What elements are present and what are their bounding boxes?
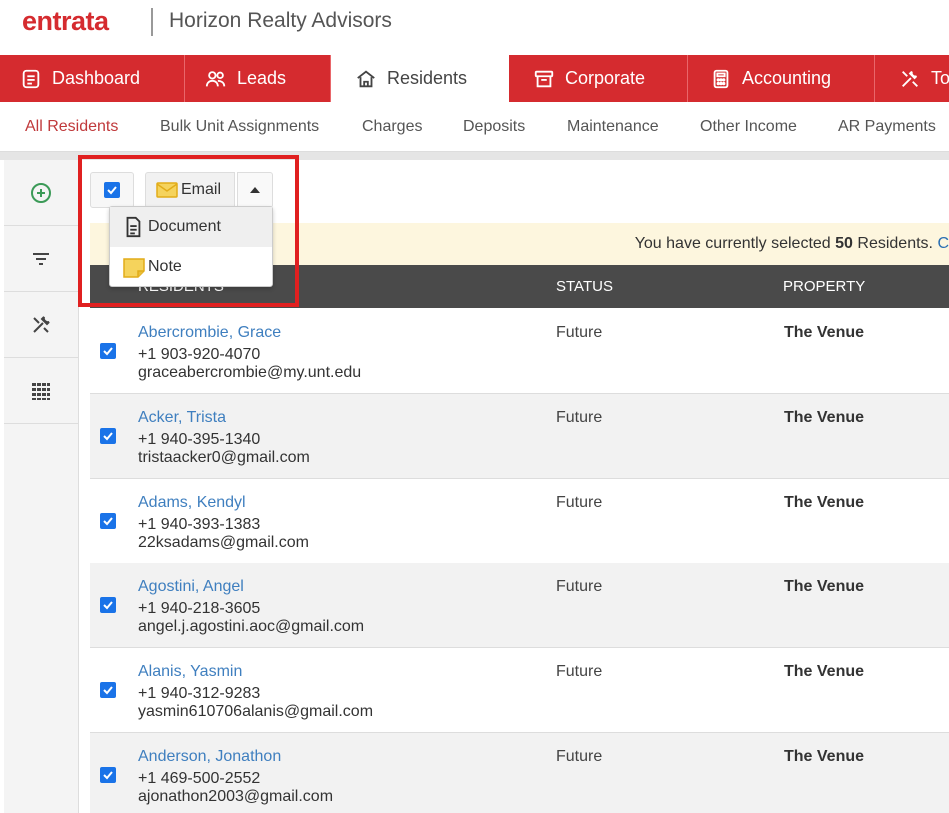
resident-email: 22ksadams@gmail.com xyxy=(138,534,309,551)
resident-property: The Venue xyxy=(784,748,865,765)
resident-property: The Venue xyxy=(784,409,865,426)
resident-email: yasmin610706alanis@gmail.com xyxy=(138,703,374,720)
resident-name-link[interactable]: Agostini, Angel xyxy=(138,578,244,596)
filter-icon xyxy=(33,252,49,265)
resident-phone: +1 940-312-9283 xyxy=(138,685,261,702)
resident-name-link[interactable]: Acker, Trista xyxy=(138,409,226,427)
tab-dashboard[interactable]: Dashboard xyxy=(0,55,185,102)
subnav-charges[interactable]: Charges xyxy=(362,118,422,136)
resident-status: Future xyxy=(556,494,603,511)
tab-corporate[interactable]: Corporate xyxy=(509,55,688,102)
resident-phone: +1 940-393-1383 xyxy=(138,516,261,533)
subnav-other-income[interactable]: Other Income xyxy=(700,118,797,136)
resident-property: The Venue xyxy=(784,578,865,595)
resident-email: ajonathon2003@gmail.com xyxy=(138,788,334,805)
row-checkbox[interactable] xyxy=(100,682,116,698)
row-checkbox[interactable] xyxy=(100,597,116,613)
row-checkbox[interactable] xyxy=(100,428,116,444)
tab-label: Dashboard xyxy=(52,68,141,88)
columns-button[interactable] xyxy=(4,358,78,424)
tab-label: Residents xyxy=(387,68,468,88)
table-row: Abercrombie, Grace +1 903-920-4070 grace… xyxy=(90,309,949,394)
resident-property: The Venue xyxy=(784,324,865,341)
tools-button[interactable] xyxy=(4,292,78,358)
sub-nav: All Residents Bulk Unit Assignments Char… xyxy=(0,102,949,152)
tab-label: Accounting xyxy=(742,68,832,88)
table-row: Anderson, Jonathon +1 469-500-2552 ajona… xyxy=(90,733,949,813)
resident-email: angel.j.agostini.aoc@gmail.com xyxy=(138,618,365,635)
row-checkbox[interactable] xyxy=(100,513,116,529)
add-icon xyxy=(31,182,51,203)
table-row: Alanis, Yasmin +1 940-312-9283 yasmin610… xyxy=(90,648,949,733)
tab-accounting[interactable]: Accounting xyxy=(688,55,875,102)
resident-status: Future xyxy=(556,663,603,680)
add-button[interactable] xyxy=(4,160,78,226)
resident-name-link[interactable]: Abercrombie, Grace xyxy=(138,324,281,342)
table-row: Acker, Trista +1 940-395-1340 tristaacke… xyxy=(90,394,949,479)
resident-status: Future xyxy=(556,748,603,765)
grid-icon xyxy=(32,382,50,400)
table-row: Agostini, Angel +1 940-218-3605 angel.j.… xyxy=(90,563,949,648)
home-icon xyxy=(355,68,377,90)
banner-suffix: Residents. xyxy=(857,235,933,252)
resident-status: Future xyxy=(556,409,603,426)
subnav-ar-payments[interactable]: AR Payments xyxy=(838,118,936,136)
tools-icon xyxy=(33,315,50,333)
resident-status: Future xyxy=(556,324,603,341)
calculator-icon xyxy=(710,68,732,90)
tab-label: Leads xyxy=(237,68,287,88)
subnav-all-residents[interactable]: All Residents xyxy=(25,118,118,136)
resident-name-link[interactable]: Alanis, Yasmin xyxy=(138,663,242,681)
banner-prefix: You have currently selected xyxy=(634,235,831,252)
entrata-logo[interactable]: entrata xyxy=(22,6,109,37)
people-icon xyxy=(205,68,227,90)
resident-status: Future xyxy=(556,578,603,595)
table-row: Adams, Kendyl +1 940-393-1383 22ksadams@… xyxy=(90,479,949,564)
header-property[interactable]: PROPERTY xyxy=(783,278,865,295)
resident-property: The Venue xyxy=(784,494,865,511)
company-name: Horizon Realty Advisors xyxy=(169,9,392,32)
logo-divider xyxy=(151,8,153,36)
filter-button[interactable] xyxy=(4,226,78,292)
resident-email: tristaacker0@gmail.com xyxy=(138,449,310,466)
row-checkbox[interactable] xyxy=(100,767,116,783)
left-sidebar xyxy=(4,160,79,813)
main-nav: Dashboard Leads Residents Corporate Acco… xyxy=(0,55,949,102)
resident-phone: +1 940-395-1340 xyxy=(138,431,261,448)
tab-label: To xyxy=(931,68,949,88)
tab-tools[interactable]: To xyxy=(875,55,949,102)
tab-residents[interactable]: Residents xyxy=(331,55,509,102)
resident-property: The Venue xyxy=(784,663,865,680)
tab-leads[interactable]: Leads xyxy=(185,55,331,102)
dashboard-icon xyxy=(20,68,42,90)
top-bar: entrata Horizon Realty Advisors xyxy=(0,0,949,55)
resident-name-link[interactable]: Adams, Kendyl xyxy=(138,494,246,512)
subnav-bulk-unit-assignments[interactable]: Bulk Unit Assignments xyxy=(160,118,319,136)
resident-phone: +1 940-218-3605 xyxy=(138,600,261,617)
highlight-box xyxy=(78,155,299,307)
banner-clear-link[interactable]: C xyxy=(937,235,949,252)
resident-name-link[interactable]: Anderson, Jonathon xyxy=(138,748,281,766)
tab-label: Corporate xyxy=(565,68,646,88)
resident-phone: +1 903-920-4070 xyxy=(138,346,261,363)
archive-icon xyxy=(533,68,555,90)
resident-phone: +1 469-500-2552 xyxy=(138,770,261,787)
selection-banner-text: You have currently selected 50 Residents… xyxy=(635,235,949,253)
tools-icon xyxy=(899,68,921,90)
header-status[interactable]: STATUS xyxy=(556,278,613,295)
subnav-maintenance[interactable]: Maintenance xyxy=(567,118,659,136)
subnav-deposits[interactable]: Deposits xyxy=(463,118,525,136)
row-checkbox[interactable] xyxy=(100,343,116,359)
resident-email: graceabercrombie@my.unt.edu xyxy=(138,364,362,381)
banner-count: 50 xyxy=(835,235,853,252)
